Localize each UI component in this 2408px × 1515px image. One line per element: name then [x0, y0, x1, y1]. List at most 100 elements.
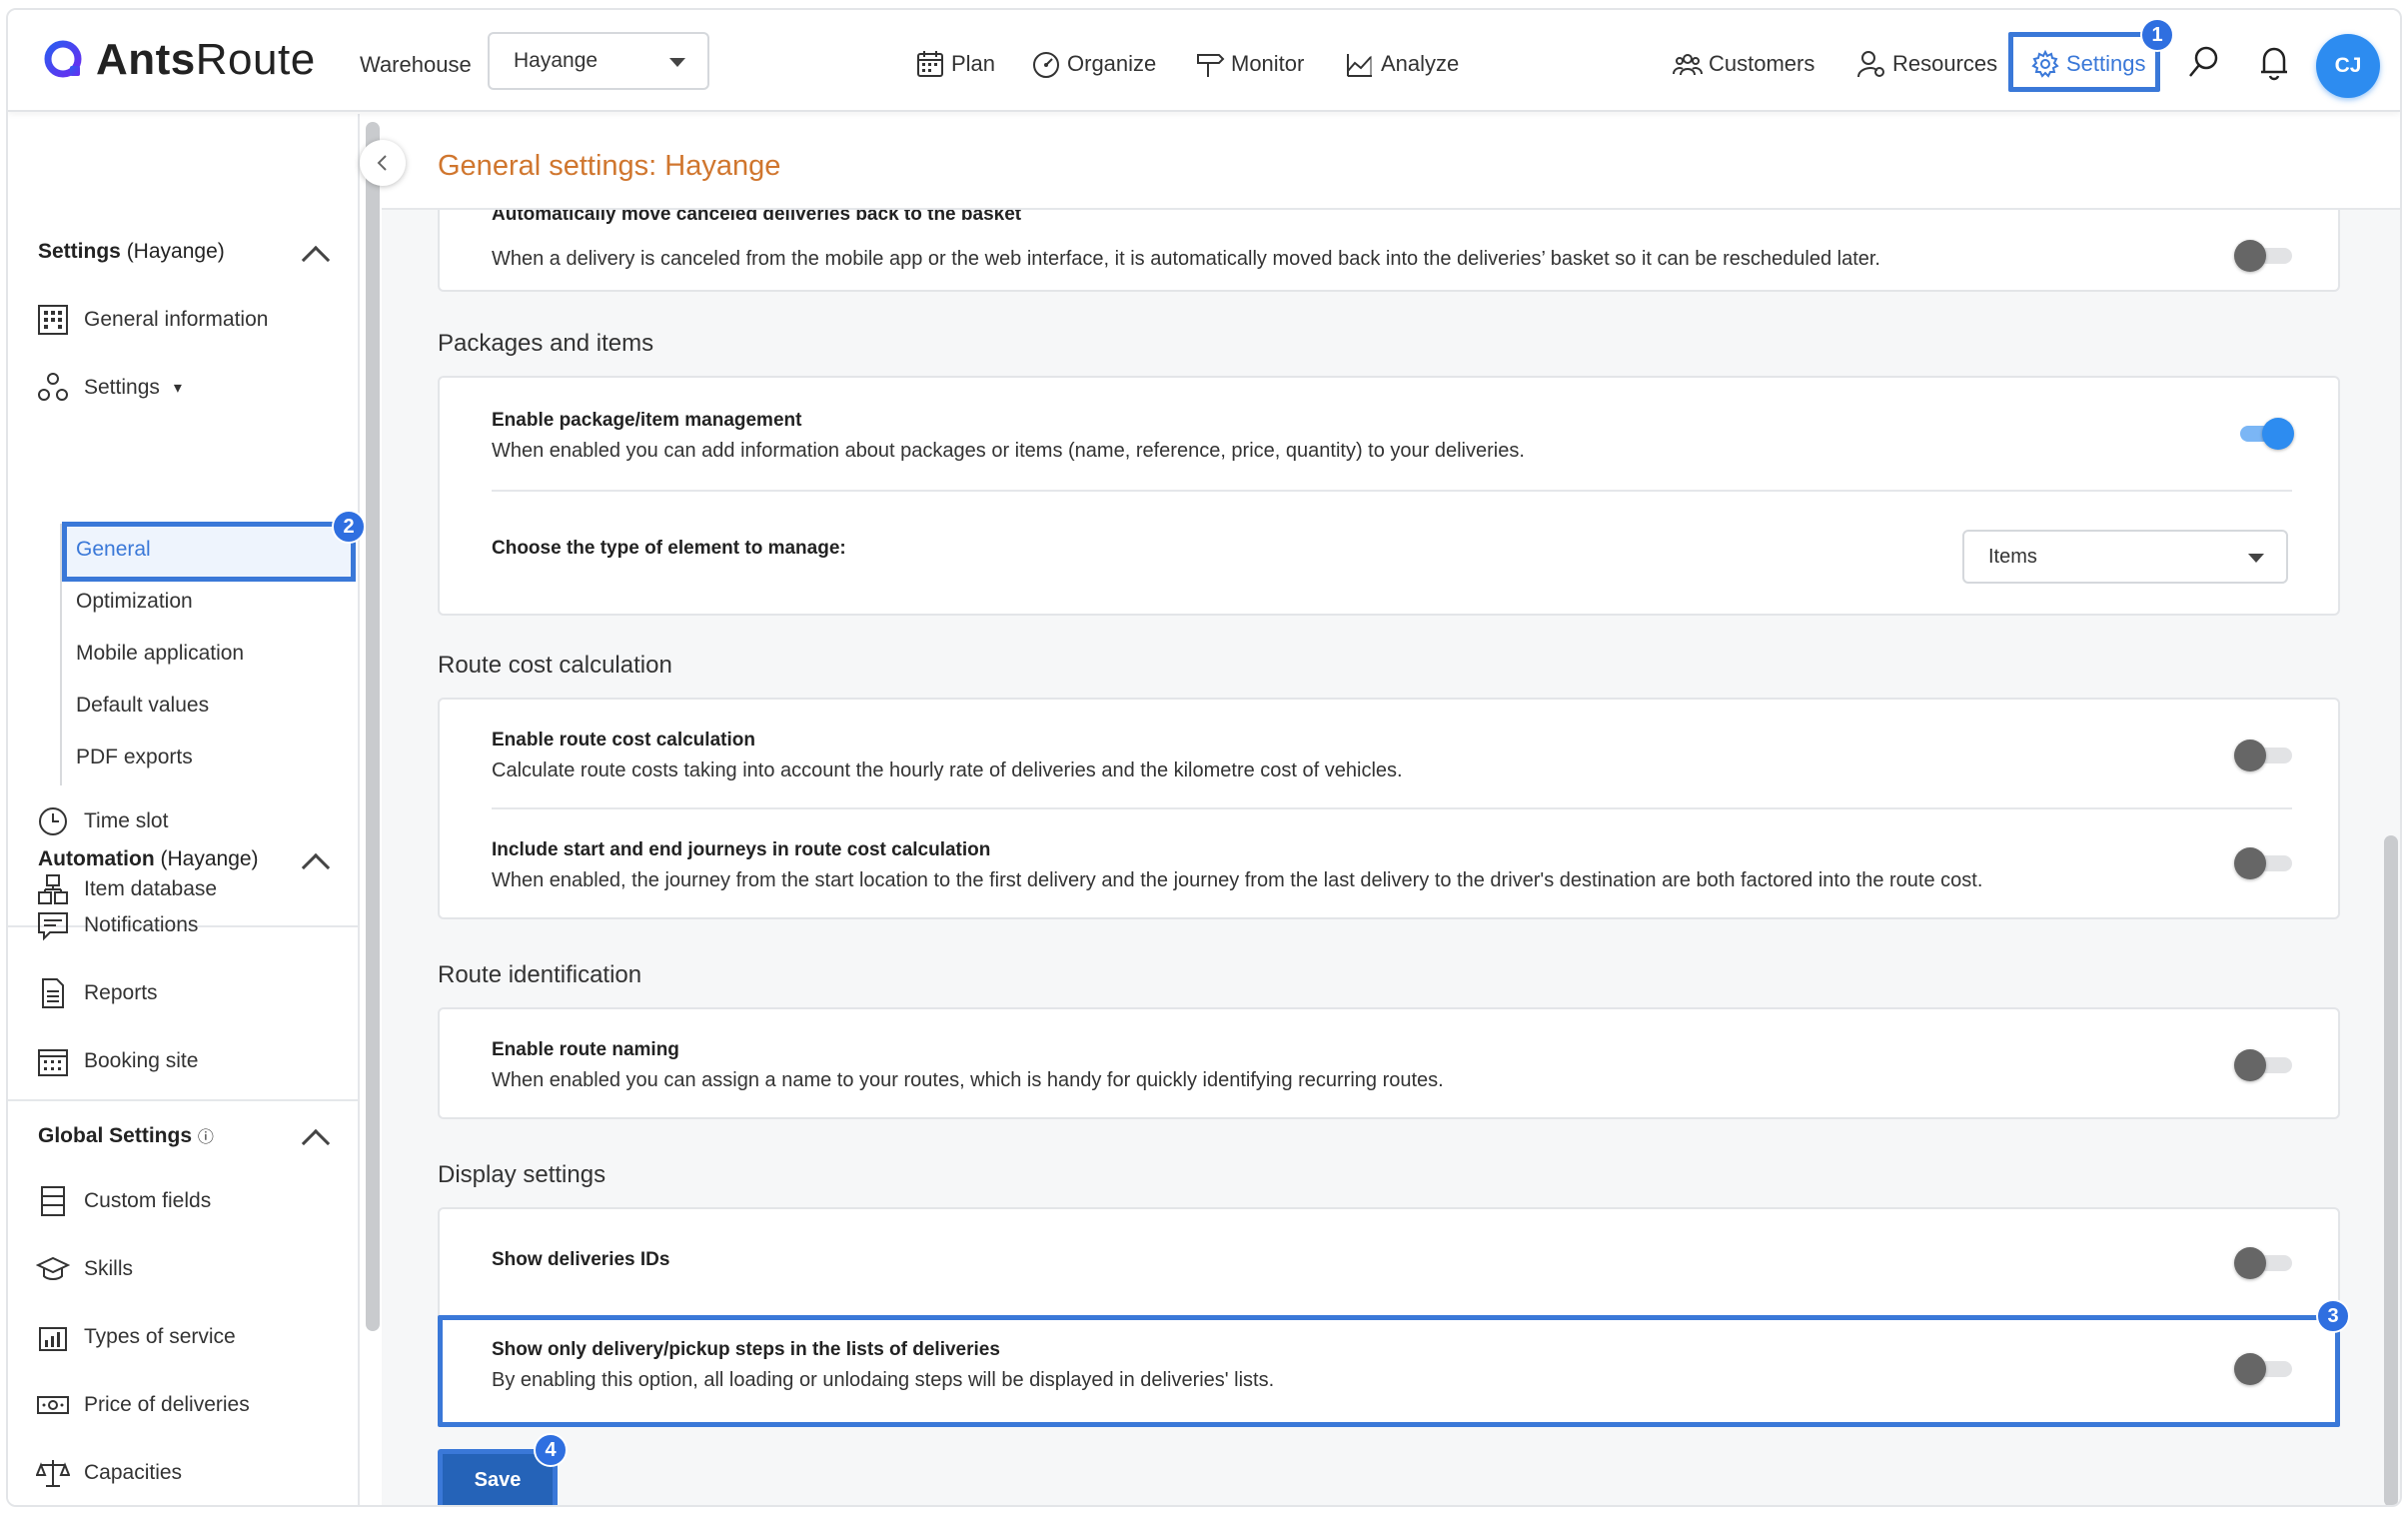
sidebar-item-item-database[interactable]: Item database: [36, 869, 217, 909]
option-description: When a delivery is canceled from the mob…: [492, 248, 1880, 270]
toggle-route-naming[interactable]: [2234, 1049, 2292, 1081]
nav-customers-label: Customers: [1709, 51, 1815, 76]
toggle-route-cost[interactable]: [2234, 740, 2292, 771]
sidebar-item-capacities[interactable]: Capacities: [36, 1453, 182, 1493]
user-avatar[interactable]: CJ: [2316, 34, 2380, 98]
option-highlight: [438, 1315, 2340, 1427]
nav-analyze-label: Analyze: [1381, 51, 1460, 76]
step-badge-3: 3: [2316, 1299, 2350, 1333]
logo-ring-icon: [44, 40, 82, 78]
calendar-icon: [917, 51, 943, 77]
banknote-icon: [37, 1396, 69, 1414]
sidebar: Settings (Hayange) General information S…: [8, 114, 366, 1505]
global-settings-section-header[interactable]: Global Settings ⓘ: [38, 1123, 214, 1148]
sidebar-item-label: Price of deliveries: [84, 1393, 250, 1416]
sidebar-item-types-of-service[interactable]: Types of service: [36, 1317, 236, 1357]
step-badge-4: 4: [534, 1433, 568, 1467]
settings-nodes-icon: [38, 373, 68, 401]
chevron-up-icon[interactable]: [301, 852, 331, 882]
nav-monitor[interactable]: Monitor: [1195, 46, 1304, 82]
section-title-route-identification: Route identification: [438, 961, 642, 988]
sidebar-item-time-slot[interactable]: Time slot: [36, 801, 168, 841]
nav-plan-label: Plan: [951, 51, 996, 76]
divider: [492, 490, 2292, 492]
section-title-route-cost: Route cost calculation: [438, 652, 672, 679]
toggle-cancel-to-basket[interactable]: [2234, 240, 2292, 272]
sidebar-item-custom-fields[interactable]: Custom fields: [36, 1181, 211, 1221]
bar-chart-icon: [39, 1327, 67, 1351]
search-icon[interactable]: [2186, 44, 2222, 80]
scale-icon: [36, 1460, 70, 1487]
graduation-cap-icon: [36, 1256, 70, 1280]
sidebar-item-skills[interactable]: Skills: [36, 1249, 133, 1289]
collapse-sidebar-button[interactable]: [360, 140, 406, 186]
option-title: Enable package/item management: [492, 410, 802, 431]
sidebar-item-reports[interactable]: Reports: [36, 973, 158, 1013]
nav-customers[interactable]: Customers: [1673, 46, 1814, 82]
bell-icon[interactable]: [2258, 44, 2290, 82]
antsroute-logo[interactable]: AntsRoute: [42, 32, 316, 88]
nav-resources-label: Resources: [1892, 51, 1998, 76]
calendar-icon: [38, 1049, 68, 1076]
sidebar-item-label: Skills: [84, 1257, 134, 1280]
sidebar-subitem-default-values[interactable]: Default values: [76, 694, 209, 718]
sidebar-subitem-mobile-application[interactable]: Mobile application: [76, 642, 244, 666]
nav-organize[interactable]: Organize: [1031, 46, 1156, 82]
toggle-package-management[interactable]: [2234, 418, 2294, 450]
nav-plan[interactable]: Plan: [915, 46, 995, 82]
sidebar-scrollbar[interactable]: [366, 122, 380, 1331]
warehouse-select[interactable]: Hayange: [488, 32, 709, 90]
toggle-show-delivery-ids[interactable]: [2234, 1247, 2292, 1279]
sidebar-item-label: Item database: [84, 877, 218, 900]
main-scrollbar[interactable]: [2384, 835, 2398, 1505]
sidebar-item-label: General information: [84, 308, 269, 331]
sidebar-item-notifications[interactable]: Notifications: [36, 905, 198, 945]
list-form-icon: [41, 1186, 65, 1216]
card-route-cost: Enable route cost calculation Calculate …: [438, 698, 2340, 919]
toggle-start-end-journeys[interactable]: [2234, 847, 2292, 879]
element-type-select[interactable]: Items: [1962, 530, 2288, 584]
card-route-identification: Enable route naming When enabled you can…: [438, 1007, 2340, 1119]
automation-section-suffix: (Hayange): [160, 847, 259, 870]
clock-icon: [39, 807, 67, 835]
settings-section-header[interactable]: Settings (Hayange): [38, 240, 225, 264]
option-description: When enabled you can add information abo…: [492, 440, 1525, 462]
card-packages: Enable package/item management When enab…: [438, 376, 2340, 616]
chevron-down-icon: [669, 58, 685, 67]
option-title: Enable route cost calculation: [492, 730, 755, 751]
chevron-up-icon[interactable]: [301, 245, 331, 275]
sidebar-subitem-pdf-exports[interactable]: PDF exports: [76, 746, 193, 769]
sidebar-item-label: Capacities: [84, 1461, 183, 1484]
main-content: General settings: Hayange Automatically …: [382, 114, 2400, 1505]
sidebar-item-general-information[interactable]: General information: [36, 300, 268, 340]
nav-analyze[interactable]: Analyze: [1345, 46, 1459, 82]
nav-organize-label: Organize: [1067, 51, 1157, 76]
section-title-display-settings: Display settings: [438, 1161, 606, 1188]
chart-icon: [1347, 54, 1372, 77]
option-description: When enabled you can assign a name to yo…: [492, 1069, 1444, 1091]
settings-section-suffix: (Hayange): [126, 240, 225, 263]
chevron-up-icon[interactable]: [301, 1128, 331, 1158]
boxes-icon: [38, 874, 68, 904]
resources-icon: [1857, 51, 1884, 78]
divider: [492, 807, 2292, 809]
sidebar-subitem-general[interactable]: General: [76, 538, 151, 562]
page-header: General settings: Hayange: [382, 114, 2400, 210]
sidebar-item-price-of-deliveries[interactable]: Price of deliveries: [36, 1385, 250, 1425]
message-icon: [38, 912, 68, 941]
sidebar-item-label: Types of service: [84, 1325, 236, 1348]
nav-monitor-label: Monitor: [1231, 51, 1305, 76]
sidebar-item-label: Time slot: [84, 809, 169, 832]
step-badge-1: 1: [2140, 18, 2174, 52]
sidebar-subitem-optimization[interactable]: Optimization: [76, 590, 193, 614]
option-description: When enabled, the journey from the start…: [492, 869, 1983, 891]
automation-section-header[interactable]: Automation (Hayange): [38, 847, 259, 871]
sidebar-item-settings[interactable]: Settings ▾: [36, 368, 182, 408]
sidebar-item-booking-site[interactable]: Booking site: [36, 1041, 198, 1081]
nav-resources[interactable]: Resources: [1856, 46, 1997, 82]
option-title: Enable route naming: [492, 1039, 679, 1060]
logo-text: AntsRoute: [96, 35, 316, 84]
customers-icon: [1673, 54, 1703, 76]
document-icon: [42, 978, 64, 1008]
element-type-value: Items: [1988, 545, 2037, 568]
